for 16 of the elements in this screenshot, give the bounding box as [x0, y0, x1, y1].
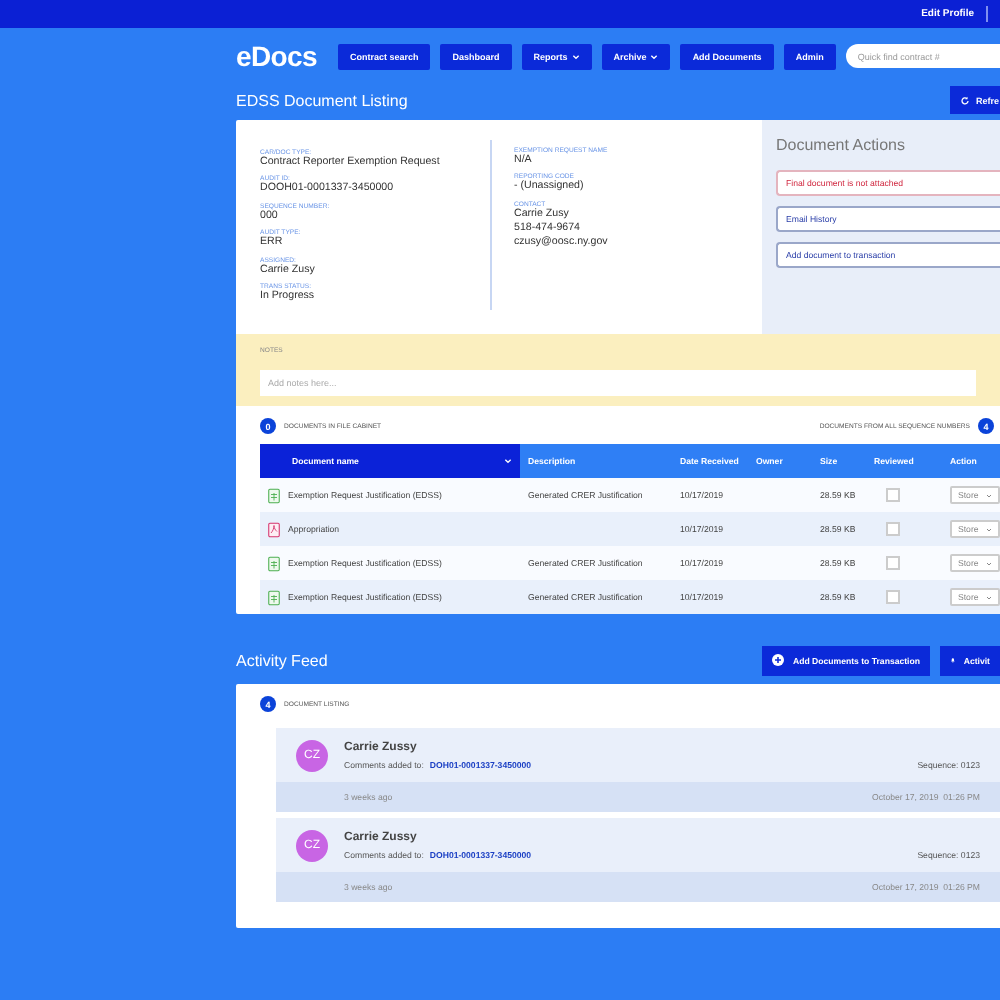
spreadsheet-file-icon [268, 555, 280, 571]
pdf-file-icon [268, 521, 280, 537]
reviewed-checkbox[interactable] [886, 521, 900, 535]
spreadsheet-file-icon [268, 589, 280, 605]
bell-icon [950, 654, 956, 666]
reviewed-checkbox[interactable] [886, 487, 900, 501]
reviewed-checkbox[interactable] [886, 555, 900, 569]
section-title: Activity Feed [236, 651, 328, 669]
reviewed-checkbox[interactable] [886, 589, 900, 603]
spreadsheet-file-icon [268, 487, 280, 503]
sort-caret-icon [504, 458, 512, 464]
page-title: EDSS Document Listing [236, 91, 408, 109]
refresh-icon [960, 95, 970, 105]
panel-title: Document Actions [776, 136, 907, 154]
logo[interactable]: eDocs [236, 40, 328, 72]
plus-icon [772, 654, 785, 666]
